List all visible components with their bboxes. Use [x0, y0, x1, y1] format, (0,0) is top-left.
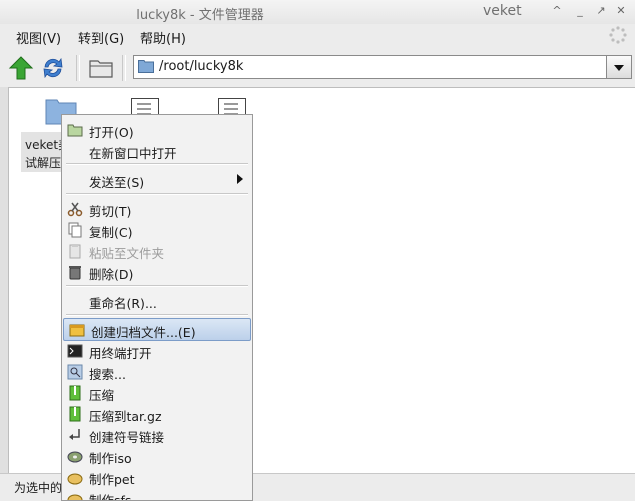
menu-make-pet[interactable]: 制作pet — [62, 466, 252, 487]
title-bar: lucky8k - 文件管理器 veket ^ _ ↗ ✕ — [0, 0, 635, 24]
menu-separator — [66, 193, 248, 195]
menu-paste-to-folder: 粘贴至文件夹 — [62, 240, 252, 261]
menu-compress-targz[interactable]: 压缩到tar.gz — [62, 403, 252, 424]
status-text: 为选中的 — [14, 481, 63, 495]
folder-icon[interactable] — [88, 55, 114, 81]
menu-send-to[interactable]: 发送至(S) — [62, 169, 252, 190]
menu-goto[interactable]: 转到(G) — [78, 28, 124, 47]
menu-separator — [66, 314, 248, 316]
busy-spinner-icon — [609, 26, 627, 44]
menu-cut[interactable]: 剪切(T) — [62, 198, 252, 219]
menu-open-terminal[interactable]: 用终端打开 — [62, 340, 252, 361]
archive-icon — [69, 324, 85, 337]
menu-create-symlink[interactable]: 创建符号链接 — [62, 424, 252, 445]
menu-bar: 视图(V) 转到(G) 帮助(H) — [0, 24, 635, 48]
copy-icon — [68, 222, 82, 238]
terminal-icon — [67, 344, 83, 358]
menu-help[interactable]: 帮助(H) — [140, 28, 186, 47]
side-pane — [0, 87, 9, 473]
menu-separator — [66, 163, 248, 165]
up-arrow-icon[interactable] — [8, 55, 34, 81]
scissors-icon — [67, 202, 83, 217]
toolbar-separator — [122, 55, 126, 81]
menu-view[interactable]: 视图(V) — [16, 28, 61, 47]
trash-icon — [69, 266, 81, 280]
maximize-button[interactable]: ↗ — [594, 4, 608, 18]
menu-create-archive[interactable]: 创建归档文件...(E) — [63, 318, 251, 341]
folder-icon — [138, 60, 154, 73]
link-arrow-icon — [69, 429, 80, 440]
app-name: veket — [483, 3, 522, 19]
zip-icon — [69, 385, 81, 401]
menu-copy[interactable]: 复制(C) — [62, 219, 252, 240]
zip-icon — [69, 406, 81, 422]
file-label: 试解压 — [25, 156, 62, 170]
toolbar-separator — [76, 55, 80, 81]
close-button[interactable]: ✕ — [614, 4, 628, 18]
open-folder-icon — [67, 124, 83, 137]
refresh-icon[interactable] — [40, 55, 66, 81]
menu-rename[interactable]: 重命名(R)... — [62, 290, 252, 311]
submenu-arrow-icon — [237, 174, 243, 184]
location-bar[interactable]: /root/lucky8k — [133, 55, 608, 79]
window-title: lucky8k - 文件管理器 — [136, 8, 264, 23]
context-menu: 打开(O) 在新窗口中打开 发送至(S) 剪切(T) 复制(C) 粘贴至文件夹 … — [61, 114, 253, 501]
menu-search[interactable]: 搜索... — [62, 361, 252, 382]
menu-open[interactable]: 打开(O) — [62, 119, 252, 140]
location-path: /root/lucky8k — [159, 59, 244, 74]
sfs-package-icon — [67, 494, 83, 500]
disc-icon — [67, 451, 83, 463]
menu-open-new-window[interactable]: 在新窗口中打开 — [62, 140, 252, 161]
shade-button[interactable]: ^ — [550, 4, 564, 18]
paste-icon — [69, 244, 81, 259]
menu-delete[interactable]: 删除(D) — [62, 261, 252, 282]
minimize-button[interactable]: _ — [573, 4, 587, 18]
menu-compress[interactable]: 压缩 — [62, 382, 252, 403]
menu-make-iso[interactable]: 制作iso — [62, 445, 252, 466]
search-icon — [67, 364, 83, 380]
pet-package-icon — [67, 473, 83, 485]
menu-separator — [66, 285, 248, 287]
location-dropdown-button[interactable] — [606, 55, 632, 79]
